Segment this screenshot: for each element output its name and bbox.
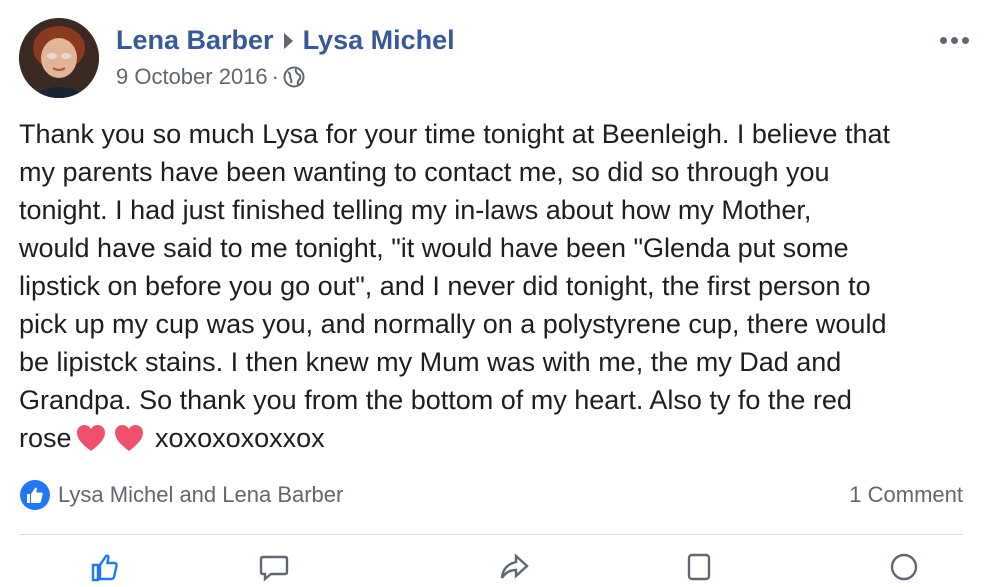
share-button-icon[interactable] — [499, 552, 529, 582]
reaction-names[interactable]: Lysa Michel and Lena Barber — [58, 482, 343, 507]
action-divider — [19, 534, 963, 535]
save-button-icon[interactable] — [684, 552, 714, 582]
comment-count-link[interactable]: 1 Comment — [849, 480, 963, 510]
heart-icon — [114, 424, 144, 452]
comment-button-icon[interactable] — [259, 552, 289, 582]
author-avatar[interactable] — [19, 18, 99, 98]
message-text: Thank you so much Lysa for your time ton… — [19, 119, 890, 453]
recipient-name-link[interactable]: Lysa Michel — [303, 25, 455, 55]
post-date[interactable]: 9 October 2016 — [116, 64, 268, 89]
reactions-summary[interactable]: Lysa Michel and Lena Barber — [20, 480, 343, 510]
post-header: Lena Barber Lysa Michel — [116, 23, 455, 57]
emoji-reaction-icon[interactable] — [889, 552, 919, 582]
author-name-link[interactable]: Lena Barber — [116, 25, 274, 55]
post-message: Thank you so much Lysa for your time ton… — [19, 115, 974, 457]
meta-separator: · — [271, 64, 279, 89]
like-icon — [20, 480, 50, 510]
action-bar — [19, 552, 963, 582]
post-card: Lena Barber Lysa Michel 9 October 2016 · T… — [0, 0, 995, 582]
post-meta: 9 October 2016 · — [116, 62, 305, 92]
arrow-right-icon — [283, 32, 293, 49]
heart-icon — [76, 424, 106, 452]
message-sign-off: xoxoxoxoxxox — [155, 423, 325, 453]
globe-icon[interactable] — [283, 66, 305, 88]
like-button-icon[interactable] — [89, 552, 119, 582]
more-options-icon[interactable] — [936, 22, 969, 48]
